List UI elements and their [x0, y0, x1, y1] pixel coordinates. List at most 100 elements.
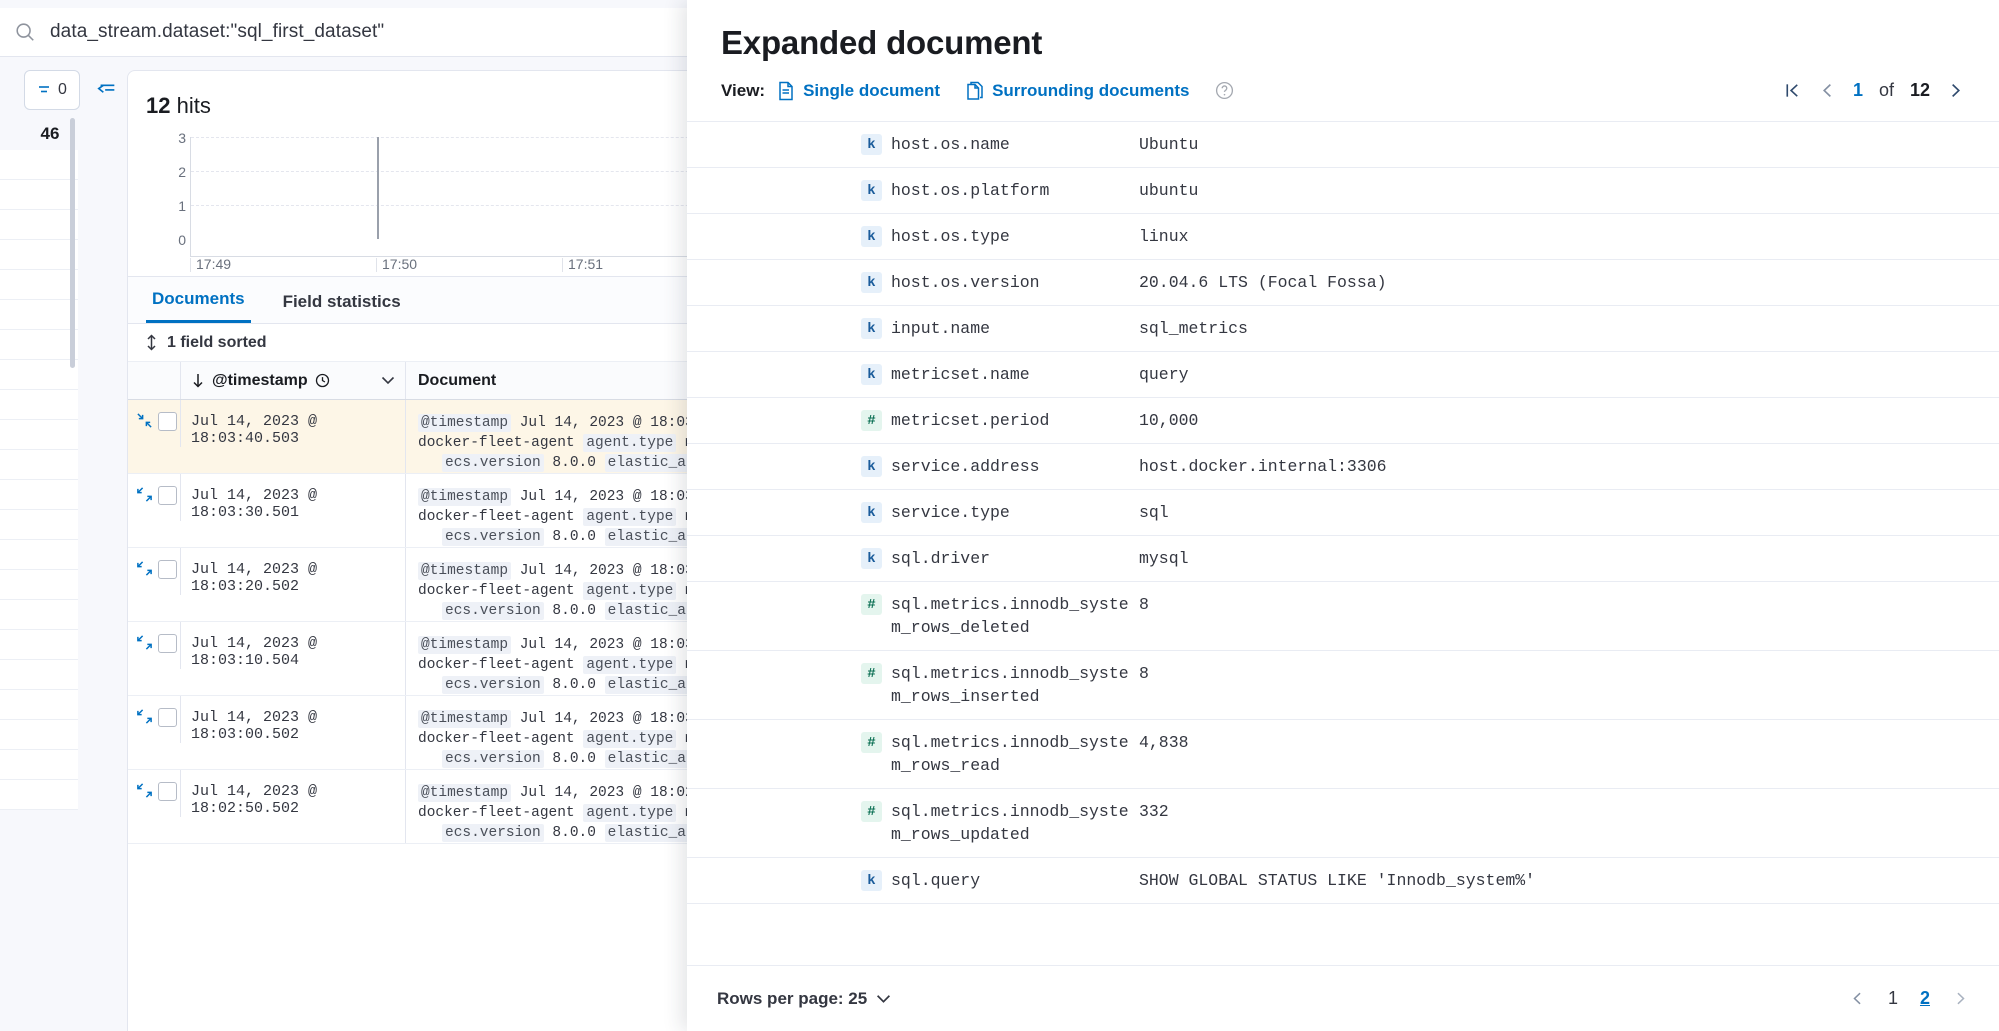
- doc-agent-value: docker-fleet-agent: [418, 435, 575, 451]
- column-header-timestamp: @timestamp: [212, 372, 308, 390]
- list-item[interactable]: [0, 540, 78, 570]
- table-row: ksql.querySHOW GLOBAL STATUS LIKE 'Innod…: [687, 858, 1999, 904]
- list-item[interactable]: [0, 450, 78, 480]
- table-row: khost.os.nameUbuntu: [687, 122, 1999, 168]
- list-item[interactable]: [0, 690, 78, 720]
- list-item[interactable]: [0, 270, 78, 300]
- sidebar-scrollbar[interactable]: [70, 118, 75, 368]
- list-item[interactable]: [0, 420, 78, 450]
- row-spacer-cell: [687, 651, 861, 720]
- footer-page-2[interactable]: 2: [1920, 988, 1930, 1009]
- document-icon: [777, 81, 795, 101]
- view-label: View:: [721, 81, 765, 101]
- footer-next-button[interactable]: [1952, 990, 1969, 1007]
- row-checkbox[interactable]: [158, 708, 177, 727]
- surrounding-documents-label: Surrounding documents: [992, 81, 1189, 101]
- doc-agenttype-key: agent.type: [583, 434, 676, 452]
- row-controls-cell: [128, 474, 180, 547]
- hits-label: hits: [177, 93, 211, 118]
- document-fields-table: khost.os.nameUbuntukhost.os.platformubun…: [687, 121, 1999, 965]
- row-checkbox[interactable]: [158, 412, 177, 431]
- field-value: ubuntu: [1139, 181, 1198, 200]
- field-value-cell: host.docker.internal:3306: [1139, 444, 1999, 490]
- list-item[interactable]: [0, 180, 78, 210]
- table-row: khost.os.typelinux: [687, 214, 1999, 260]
- expand-row-icon[interactable]: [136, 412, 153, 429]
- field-name-cell: kservice.type: [861, 490, 1139, 536]
- header-timestamp-cell[interactable]: @timestamp: [180, 362, 405, 399]
- row-checkbox[interactable]: [158, 486, 177, 505]
- list-item[interactable]: [0, 780, 78, 810]
- tab-documents[interactable]: Documents: [146, 289, 251, 323]
- list-item[interactable]: [0, 720, 78, 750]
- doc-ecs-key: ecs.version: [442, 528, 544, 546]
- first-page-button[interactable]: [1783, 81, 1802, 100]
- row-timestamp: Jul 14, 2023 @ 18:02:50.502: [191, 783, 405, 817]
- list-item[interactable]: [0, 630, 78, 660]
- table-row: khost.os.platformubuntu: [687, 168, 1999, 214]
- footer-page-1[interactable]: 1: [1888, 988, 1898, 1009]
- list-item[interactable]: [0, 150, 78, 180]
- discover-expanded-document-screen: data_stream.dataset:"sql_first_dataset" …: [0, 0, 1999, 1031]
- list-item[interactable]: [0, 300, 78, 330]
- list-item[interactable]: [0, 480, 78, 510]
- sorted-label: 1 field sorted: [167, 334, 267, 352]
- field-type-badge: k: [861, 870, 882, 891]
- list-item[interactable]: [0, 330, 78, 360]
- row-checkbox[interactable]: [158, 560, 177, 579]
- list-item[interactable]: [0, 660, 78, 690]
- field-value-cell: 4,838: [1139, 720, 1999, 789]
- row-checkbox[interactable]: [158, 782, 177, 801]
- list-item[interactable]: [0, 210, 78, 240]
- query-input-value[interactable]: data_stream.dataset:"sql_first_dataset": [50, 21, 384, 43]
- field-value-cell: 8: [1139, 651, 1999, 720]
- previous-page-button[interactable]: [1818, 81, 1837, 100]
- field-value-cell: 10,000: [1139, 398, 1999, 444]
- list-item[interactable]: [0, 360, 78, 390]
- chevron-down-icon: [381, 376, 395, 385]
- next-page-button[interactable]: [1946, 81, 1965, 100]
- field-value: 20.04.6 LTS (Focal Fossa): [1139, 273, 1387, 292]
- expand-row-icon[interactable]: [136, 634, 153, 651]
- field-value-cell: query: [1139, 352, 1999, 398]
- row-spacer-cell: [687, 444, 861, 490]
- sidebar-field-list: [0, 150, 78, 1031]
- field-value-cell: 332: [1139, 789, 1999, 858]
- doc-ecs-key: ecs.version: [442, 750, 544, 768]
- field-name-cell: khost.os.platform: [861, 168, 1139, 214]
- footer-previous-button[interactable]: [1849, 990, 1866, 1007]
- rows-per-page-selector[interactable]: Rows per page: 25: [717, 989, 891, 1009]
- row-spacer-cell: [687, 789, 861, 858]
- surrounding-documents-link[interactable]: Surrounding documents: [966, 81, 1189, 101]
- expanded-document-flyout: Expanded document View: Single document: [687, 0, 1999, 1031]
- histogram-bar[interactable]: [377, 137, 379, 239]
- row-controls-cell: [128, 696, 180, 769]
- expand-row-icon[interactable]: [136, 486, 153, 503]
- field-name-cell: kinput.name: [861, 306, 1139, 352]
- row-checkbox[interactable]: [158, 634, 177, 653]
- list-item[interactable]: [0, 390, 78, 420]
- list-item[interactable]: [0, 600, 78, 630]
- collapse-sidebar-icon[interactable]: [96, 78, 118, 100]
- list-item[interactable]: [0, 750, 78, 780]
- list-item[interactable]: [0, 570, 78, 600]
- field-type-badge: k: [861, 318, 882, 339]
- field-value-cell: mysql: [1139, 536, 1999, 582]
- field-value-cell: sql_metrics: [1139, 306, 1999, 352]
- field-value-cell: 20.04.6 LTS (Focal Fossa): [1139, 260, 1999, 306]
- field-name: host.os.type: [891, 225, 1131, 248]
- field-filter-button[interactable]: 0: [24, 70, 80, 110]
- tab-field-statistics[interactable]: Field statistics: [277, 292, 407, 323]
- list-item[interactable]: [0, 510, 78, 540]
- question-in-circle-icon[interactable]: [1215, 81, 1234, 100]
- field-name: service.type: [891, 501, 1131, 524]
- field-name-cell: #metricset.period: [861, 398, 1139, 444]
- expand-row-icon[interactable]: [136, 560, 153, 577]
- field-value-cell: sql: [1139, 490, 1999, 536]
- list-item[interactable]: [0, 240, 78, 270]
- expand-row-icon[interactable]: [136, 708, 153, 725]
- single-document-link[interactable]: Single document: [777, 81, 940, 101]
- row-controls-cell: [128, 770, 180, 843]
- expand-row-icon[interactable]: [136, 782, 153, 799]
- field-name-cell: ksql.driver: [861, 536, 1139, 582]
